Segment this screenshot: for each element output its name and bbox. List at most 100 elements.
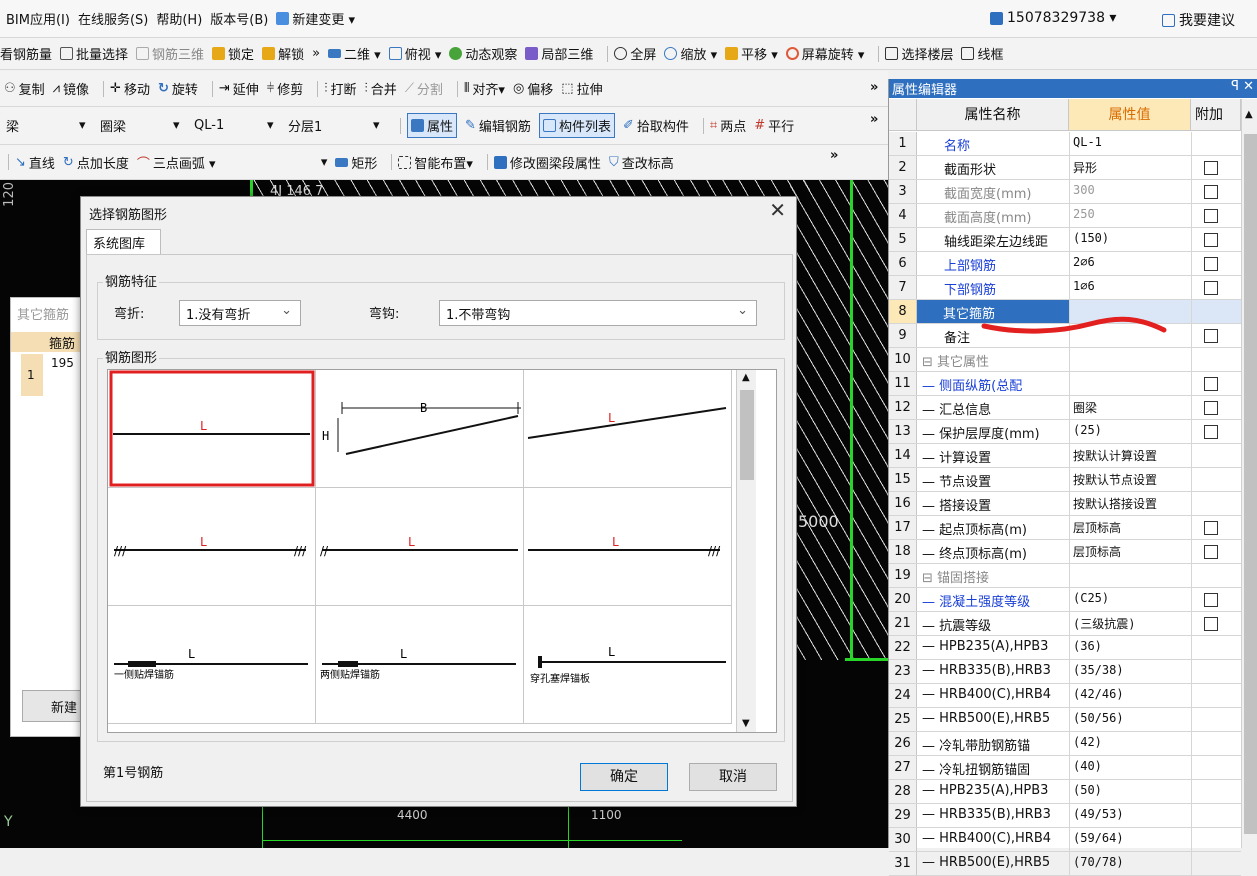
toolbar3-more[interactable]: » xyxy=(870,112,878,127)
property-row[interactable]: 19 ⊟ 锚固搭接 xyxy=(889,564,1241,588)
tool-parallel[interactable]: # 平行 xyxy=(754,116,794,135)
tool-rotate-screen[interactable]: 屏幕旋转 ▾ xyxy=(785,44,864,63)
property-row[interactable]: 31 — HRB500(E),HRB5 (70/78) xyxy=(889,852,1241,876)
property-value[interactable]: 异形 xyxy=(1073,159,1189,176)
property-row[interactable]: 20 — 混凝土强度等级 (C25) xyxy=(889,588,1241,612)
new-button[interactable]: 新建 xyxy=(22,690,82,722)
property-value[interactable]: (150) xyxy=(1073,231,1189,245)
property-row[interactable]: 15 — 节点设置 按默认节点设置 xyxy=(889,468,1241,492)
tool-split[interactable]: ⟋ 分割 xyxy=(405,79,443,98)
shape-cell-3[interactable]: L xyxy=(524,370,732,488)
scroll-thumb[interactable] xyxy=(1244,134,1257,834)
property-row[interactable]: 4 截面高度(mm) 250 xyxy=(889,204,1241,228)
property-row[interactable]: 13 — 保护层厚度(mm) (25) xyxy=(889,420,1241,444)
shape-cell-1[interactable]: L xyxy=(108,370,316,488)
property-row[interactable]: 12 — 汇总信息 圈梁 xyxy=(889,396,1241,420)
toolbar1-more[interactable]: » xyxy=(312,46,320,61)
tool-edit-rebar[interactable]: ✎ 编辑钢筋 xyxy=(465,116,531,135)
property-value[interactable]: (25) xyxy=(1073,423,1189,437)
shape-cell-5[interactable]: // L xyxy=(316,488,524,606)
tool-modify-segment[interactable]: 修改圈梁段属性 xyxy=(493,153,601,172)
layer-select[interactable]: 分层1 ▾ xyxy=(288,116,386,135)
property-value[interactable]: 按默认计算设置 xyxy=(1073,447,1189,464)
tool-top-view[interactable]: 俯视 ▾ xyxy=(388,44,441,63)
tool-stretch[interactable]: ⬚ 拉伸 xyxy=(561,79,602,98)
ok-button[interactable]: 确定 xyxy=(580,763,668,791)
tool-two-point[interactable]: ⌗ 两点 xyxy=(710,116,746,135)
extra-checkbox[interactable] xyxy=(1204,377,1218,391)
property-row[interactable]: 1 名称 QL-1 xyxy=(889,132,1241,156)
property-value[interactable]: (59/64) xyxy=(1073,831,1189,845)
tool-select-floor[interactable]: 选择楼层 xyxy=(885,44,953,63)
toolbar4-more[interactable]: » xyxy=(830,148,838,163)
property-value[interactable]: 2⌀6 xyxy=(1073,255,1189,269)
shape-cell-9[interactable]: L 穿孔塞焊锚板 xyxy=(524,606,732,724)
tab-system-library[interactable]: 系统图库 xyxy=(86,229,161,254)
property-value[interactable]: (三级抗震) xyxy=(1073,615,1189,632)
property-value[interactable]: 圈梁 xyxy=(1073,399,1189,416)
extra-checkbox[interactable] xyxy=(1204,281,1218,295)
tool-mirror[interactable]: ⩘ 镜像 xyxy=(53,79,89,98)
property-row[interactable]: 25 — HRB500(E),HRB5 (50/56) xyxy=(889,708,1241,732)
property-row[interactable]: 21 — 抗震等级 (三级抗震) xyxy=(889,612,1241,636)
type-select[interactable]: 梁 ▾ xyxy=(6,116,92,135)
pin-close-icons[interactable]: ꟼ ✕ xyxy=(1231,79,1254,94)
tool-merge[interactable]: ⫶ 合并 xyxy=(365,79,397,98)
extra-checkbox[interactable] xyxy=(1204,521,1218,535)
menu-bim[interactable]: BIM应用(I) xyxy=(6,9,70,28)
property-row[interactable]: 24 — HRB400(C),HRB4 (42/46) xyxy=(889,684,1241,708)
tool-properties[interactable]: 属性 xyxy=(407,113,458,138)
property-row[interactable]: 14 — 计算设置 按默认计算设置 xyxy=(889,444,1241,468)
property-row[interactable]: 3 截面宽度(mm) 300 xyxy=(889,180,1241,204)
feedback-button[interactable]: 我要建议 xyxy=(1162,10,1235,30)
tool-unlock[interactable]: 解锁 xyxy=(262,44,304,63)
extra-checkbox[interactable] xyxy=(1204,161,1218,175)
shape-cell-4[interactable]: /// /// L xyxy=(108,488,316,606)
extra-checkbox[interactable] xyxy=(1204,257,1218,271)
cancel-button[interactable]: 取消 xyxy=(689,763,777,791)
property-value[interactable]: (C25) xyxy=(1073,591,1189,605)
property-row[interactable]: 17 — 起点顶标高(m) 层顶标高 xyxy=(889,516,1241,540)
property-row[interactable]: 29 — HRB335(B),HRB3 (49/53) xyxy=(889,804,1241,828)
extra-checkbox[interactable] xyxy=(1204,617,1218,631)
extra-checkbox[interactable] xyxy=(1204,209,1218,223)
scroll-up-arrow[interactable]: ▲ xyxy=(742,372,750,383)
tool-view-rebar[interactable]: 看钢筋量 xyxy=(0,44,52,63)
tool-pick[interactable]: ✐ 拾取构件 xyxy=(623,116,689,135)
property-value[interactable]: (42) xyxy=(1073,735,1189,749)
property-row[interactable]: 2 截面形状 异形 xyxy=(889,156,1241,180)
property-value[interactable]: 250 xyxy=(1073,207,1189,221)
property-value[interactable]: 层顶标高 xyxy=(1073,519,1189,536)
property-value[interactable]: 按默认搭接设置 xyxy=(1073,495,1189,512)
tool-arc[interactable]: ⌒ 三点画弧 ▾ xyxy=(137,153,313,172)
tool-copy[interactable]: ⚇ 复制 xyxy=(4,79,45,98)
tool-point-length[interactable]: ↻ 点加长度 xyxy=(63,153,129,172)
tool-rebar-3d[interactable]: 钢筋三维 xyxy=(136,44,204,63)
user-account[interactable]: 15078329738 ▾ xyxy=(990,10,1116,26)
property-row[interactable]: 10 ⊟ 其它属性 xyxy=(889,348,1241,372)
tool-move[interactable]: ✛ 移动 xyxy=(110,79,150,98)
property-row[interactable]: 16 — 搭接设置 按默认搭接设置 xyxy=(889,492,1241,516)
tool-component-list[interactable]: 构件列表 xyxy=(538,113,615,138)
property-value[interactable]: (36) xyxy=(1073,639,1189,653)
shape-cell-2[interactable]: B H xyxy=(316,370,524,488)
shape-grid-scrollbar[interactable]: ▲ ▼ xyxy=(736,370,756,732)
extra-checkbox[interactable] xyxy=(1204,185,1218,199)
extra-checkbox[interactable] xyxy=(1204,329,1218,343)
tool-rectangle[interactable]: 矩形 xyxy=(335,153,377,172)
tool-rotate[interactable]: ↻ 旋转 xyxy=(158,79,198,98)
property-value[interactable]: 层顶标高 xyxy=(1073,543,1189,560)
property-row[interactable]: 11 — 侧面纵筋(总配 xyxy=(889,372,1241,396)
extra-checkbox[interactable] xyxy=(1204,593,1218,607)
dropdown-arrow[interactable]: ▾ xyxy=(321,155,328,170)
property-row[interactable]: 28 — HPB235(A),HPB3 (50) xyxy=(889,780,1241,804)
property-row[interactable]: 5 轴线距梁左边线距 (150) xyxy=(889,228,1241,252)
scroll-up-arrow[interactable]: ▲ xyxy=(1245,109,1253,120)
tool-orbit[interactable]: 动态观察 xyxy=(449,44,517,63)
tool-pan[interactable]: 平移 ▾ xyxy=(725,44,778,63)
shape-cell-7[interactable]: L 一侧贴焊锚筋 xyxy=(108,606,316,724)
property-value[interactable]: (50/56) xyxy=(1073,711,1189,725)
tool-elevation[interactable]: ⛉ 查改标高 xyxy=(609,153,674,172)
hook-select[interactable]: 1.不带弯钩 ⌄ xyxy=(439,300,757,326)
tool-smart-layout[interactable]: 智能布置▾ xyxy=(398,153,473,172)
